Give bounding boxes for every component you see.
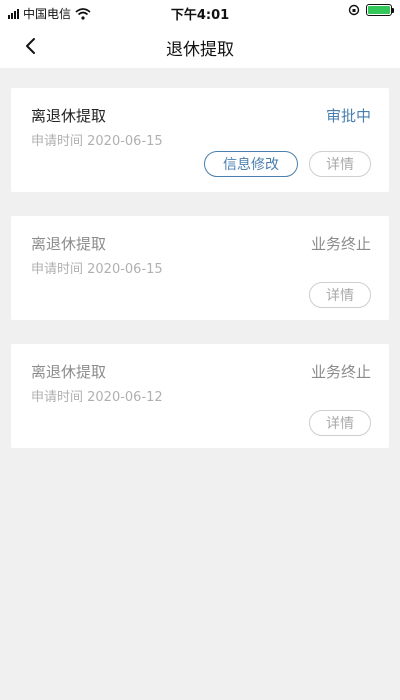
edit-info-button[interactable]: 信息修改	[204, 151, 298, 177]
nav-bar: 退休提取	[0, 24, 400, 68]
record-date: 申请时间 2020-06-15	[31, 134, 163, 149]
status-badge: 业务终止	[310, 363, 371, 381]
page-title: 退休提取	[166, 40, 234, 60]
status-bar: 中国电信 下午4:01	[0, 0, 400, 24]
status-badge: 审批中	[325, 107, 371, 125]
record-card: 离退休提取 审批中 申请时间 2020-06-15 信息修改 详情	[11, 88, 389, 192]
status-right	[348, 4, 394, 16]
record-title: 离退休提取	[31, 107, 107, 125]
record-card: 离退休提取 业务终止 申请时间 2020-06-12 详情	[11, 344, 389, 448]
record-date: 申请时间 2020-06-12	[31, 390, 163, 405]
detail-button[interactable]: 详情	[309, 410, 371, 436]
status-badge: 业务终止	[310, 235, 371, 253]
record-title: 离退休提取	[31, 363, 107, 381]
detail-button[interactable]: 详情	[309, 282, 371, 308]
record-title: 离退休提取	[31, 235, 107, 253]
orientation-lock-icon	[348, 4, 360, 16]
status-time: 下午4:01	[170, 8, 230, 23]
detail-button[interactable]: 详情	[309, 151, 371, 177]
battery-icon	[366, 4, 394, 16]
record-card: 离退休提取 业务终止 申请时间 2020-06-15 详情	[11, 216, 389, 320]
record-date: 申请时间 2020-06-15	[31, 262, 163, 277]
